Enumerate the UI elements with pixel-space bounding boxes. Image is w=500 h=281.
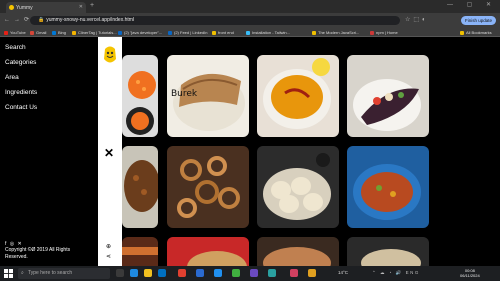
nav-area[interactable]: Area (5, 74, 19, 81)
search-placeholder: Type here to search (28, 270, 73, 276)
meal-card-tagine[interactable] (347, 146, 429, 228)
meal-card-stew[interactable] (167, 237, 249, 266)
yummy-logo-icon (104, 46, 116, 63)
url-input[interactable]: 🔒 yummy-snowy-nu.vercel.app/index.html (30, 16, 400, 25)
side-nav: Search Categories Area Ingredients Conta… (0, 37, 98, 266)
taskbar-search-input[interactable]: ⌕ Type here to search (18, 268, 110, 279)
share-icon[interactable]: ⋖ (106, 253, 111, 260)
edge-icon[interactable] (130, 269, 138, 277)
close-menu-icon[interactable]: ✕ (104, 147, 114, 159)
bookmarks-bar: YouTube Gmail Bing ClinerTag | Tutorials...… (0, 28, 500, 37)
navigation-buttons[interactable]: ←→⟳ (4, 16, 33, 23)
meal-card-lentil-soup[interactable] (257, 55, 339, 137)
extension-icons[interactable]: ☆⬚◐ (405, 16, 429, 23)
language-indicator[interactable]: ENG (406, 270, 420, 275)
bookmark-favicon-icon (370, 31, 374, 35)
app-icon[interactable] (290, 269, 298, 277)
meal-card-dumplings[interactable] (257, 146, 339, 228)
web-page: Search Categories Area Ingredients Conta… (0, 37, 500, 266)
meal-card-burek[interactable]: Burek (167, 55, 249, 137)
browser-tab[interactable]: Yummy ✕ (6, 2, 86, 13)
bookmark-favicon-icon (246, 31, 250, 35)
bookmark-item[interactable]: Gmail (30, 29, 46, 36)
chrome-icon[interactable] (178, 269, 186, 277)
bookmark-favicon-icon (312, 31, 316, 35)
lock-icon: 🔒 (38, 17, 45, 23)
bookmark-label: The Modern JavaScri... (318, 30, 360, 35)
bookmark-label: YouTube (10, 30, 26, 35)
bookmark-label: (2) "java developer"... (124, 30, 163, 35)
favicon-icon (9, 5, 14, 10)
new-tab-icon[interactable]: + (90, 2, 94, 9)
finish-update-button[interactable]: Finish update (460, 16, 496, 25)
meal-label: Burek (171, 89, 198, 99)
weather-text[interactable]: 14°C (338, 270, 348, 275)
file-explorer-icon[interactable] (144, 269, 152, 277)
bookmark-favicon-icon (118, 31, 122, 35)
bookmark-item[interactable]: All Bookmarks (460, 29, 492, 36)
bookmark-item[interactable]: (2) "java developer"... (118, 29, 162, 36)
bookmark-item[interactable]: ClinerTag | Tutorials... (72, 29, 117, 36)
app-icon[interactable] (196, 269, 204, 277)
windows-taskbar: ⌕ Type here to search 14°C ⌃ ☁ ◔ 🔊 ENG 0… (0, 266, 500, 281)
system-tray[interactable]: ⌃ ☁ ◔ 🔊 ENG (372, 270, 420, 276)
bookmark-favicon-icon (4, 31, 8, 35)
bookmark-item[interactable]: YouTube (4, 29, 26, 36)
bookmark-favicon-icon (72, 31, 76, 35)
globe-icon[interactable]: ⊕ (106, 243, 111, 250)
bookmark-favicon-icon (168, 31, 172, 35)
bookmark-label: ClinerTag | Tutorials... (78, 30, 117, 35)
bookmark-label: npm | Home (376, 30, 398, 35)
window-controls[interactable]: — ▢ ✕ (447, 1, 497, 8)
address-bar-row: ←→⟳ 🔒 yummy-snowy-nu.vercel.app/index.htm… (0, 13, 500, 28)
tab-title: Yummy (16, 4, 33, 11)
task-view-icon[interactable] (116, 269, 124, 277)
bookmark-favicon-icon (212, 31, 216, 35)
nav-contact-us[interactable]: Contact Us (5, 104, 37, 111)
search-icon: ⌕ (21, 270, 24, 276)
bookmark-item[interactable]: Bing (52, 29, 66, 36)
bookmark-label: Installation - Tailwin... (252, 30, 290, 35)
meal-card-sushi[interactable] (122, 55, 158, 137)
bookmark-label: All Bookmarks (466, 30, 492, 35)
bookmark-item[interactable]: npm | Home (370, 29, 398, 36)
bookmark-favicon-icon (52, 31, 56, 35)
bookmark-label: Gmail (36, 30, 47, 35)
clock[interactable]: 00:08 06/11/2024 (460, 268, 480, 278)
meal-card-koshari[interactable] (122, 146, 158, 228)
vscode-icon[interactable] (214, 269, 222, 277)
bookmark-favicon-icon (460, 31, 464, 35)
bookmark-label: (2) Feed | LinkedIn (174, 30, 208, 35)
close-tab-icon[interactable]: ✕ (79, 4, 83, 10)
bookmark-item[interactable]: front end (212, 29, 234, 36)
app-icon[interactable] (308, 269, 316, 277)
nav-categories[interactable]: Categories (5, 59, 36, 66)
bookmark-label: front end (218, 30, 234, 35)
meal-card-shawarma[interactable] (347, 237, 429, 266)
bookmark-favicon-icon (30, 31, 34, 35)
nav-search[interactable]: Search (5, 44, 26, 51)
meal-card-lasagne[interactable] (122, 237, 158, 266)
bookmark-item[interactable]: (2) Feed | LinkedIn (168, 29, 208, 36)
clock-date: 06/11/2024 (460, 273, 480, 278)
windows-start-icon[interactable] (4, 269, 13, 278)
url-text: yummy-snowy-nu.vercel.app/index.html (46, 17, 135, 23)
meal-card-kafteji[interactable] (167, 146, 249, 228)
bookmark-label: Bing (58, 30, 67, 35)
nav-toggle-strip: ✕ ⊕ ⋖ (98, 37, 122, 266)
bookmark-item[interactable]: The Modern JavaScri... (312, 29, 359, 36)
app-icon[interactable] (250, 269, 258, 277)
app-icon[interactable] (268, 269, 276, 277)
bookmark-item[interactable]: Installation - Tailwin... (246, 29, 290, 36)
copyright-text: Copyright ©Ø 2019 All Rights Reserved. (5, 247, 71, 260)
app-icon[interactable] (232, 269, 240, 277)
meal-card-stuffed-eggplant[interactable] (347, 55, 429, 137)
browser-tab-bar: Yummy ✕ + — ▢ ✕ (0, 0, 500, 13)
store-icon[interactable] (158, 269, 166, 277)
meal-card-pastries[interactable] (257, 237, 339, 266)
nav-ingredients[interactable]: Ingredients (5, 89, 37, 96)
